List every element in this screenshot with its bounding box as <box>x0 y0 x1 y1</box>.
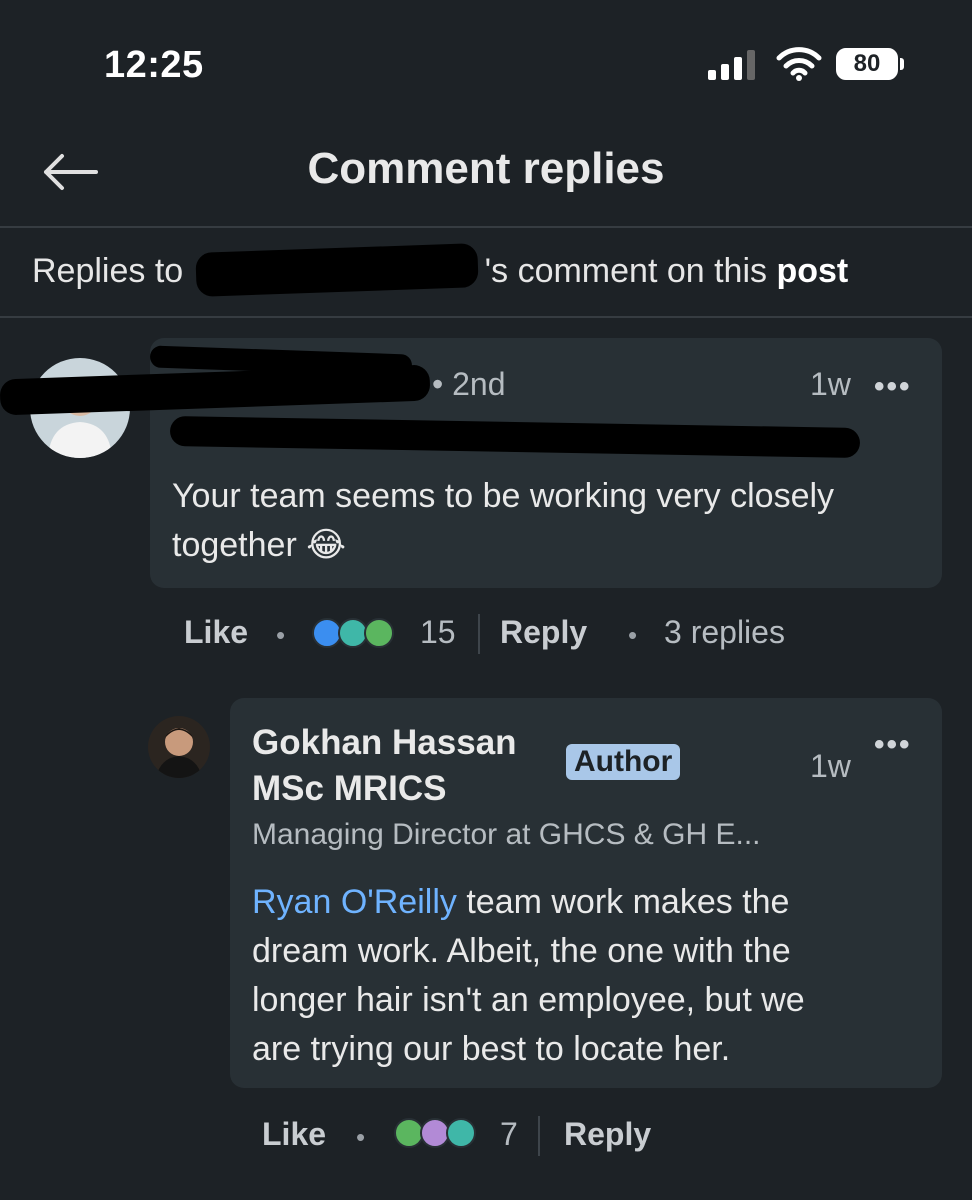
funny-reaction-icon <box>446 1118 476 1148</box>
person-photo-icon <box>156 728 202 778</box>
header-divider <box>0 226 972 228</box>
vertical-separator <box>538 1116 540 1156</box>
reply-author-avatar[interactable] <box>148 716 210 778</box>
reply-author-name[interactable]: Gokhan Hassan MSc MRICS <box>252 720 517 812</box>
reaction-count[interactable]: 15 <box>420 614 456 651</box>
reactions-summary[interactable] <box>394 1118 494 1152</box>
separator-dot: • <box>356 1122 366 1152</box>
separator-dot: • <box>276 620 286 650</box>
page-title: Comment replies <box>307 144 665 193</box>
author-badge: Author <box>566 744 681 780</box>
reply-button[interactable]: Reply <box>564 1116 651 1153</box>
mention-link[interactable]: Ryan O'Reilly <box>252 883 457 921</box>
like-button[interactable]: Like <box>262 1116 326 1153</box>
context-divider <box>0 316 972 318</box>
reply-button[interactable]: Reply <box>500 614 587 651</box>
more-options-icon[interactable]: ••• <box>874 370 912 404</box>
reactions-summary[interactable] <box>312 618 412 652</box>
comment-text: Your team seems to be working very close… <box>172 477 835 564</box>
replies-count[interactable]: 3 replies <box>664 614 785 651</box>
status-time: 12:25 <box>104 44 204 86</box>
author-name-line2: MSc MRICS <box>252 769 447 808</box>
battery-indicator: 80 <box>836 48 898 80</box>
reaction-count[interactable]: 7 <box>500 1116 518 1153</box>
reply-text-line3: longer hair isn't an employee, but we <box>252 981 805 1019</box>
cellular-signal-icon <box>708 50 755 80</box>
celebrate-reaction-icon <box>364 618 394 648</box>
reply-text-line1: team work makes the <box>456 883 790 921</box>
reply-text: Ryan O'Reilly team work makes the dream … <box>252 878 932 1074</box>
vertical-separator <box>478 614 480 654</box>
wifi-icon <box>776 47 822 81</box>
comment-time: 1w <box>810 366 851 402</box>
more-options-icon[interactable]: ••• <box>874 728 912 762</box>
replies-context-middle: 's comment on this <box>484 252 777 290</box>
separator-dot: • <box>628 620 638 650</box>
reply-text-line2: dream work. Albeit, the one with the <box>252 932 791 970</box>
battery-nub <box>900 58 904 70</box>
like-button[interactable]: Like <box>184 614 248 651</box>
reply-text-line4: are trying our best to locate her. <box>252 1030 731 1068</box>
reply-time: 1w <box>810 748 851 784</box>
author-headline: Managing Director at GHCS & GH E... <box>252 818 761 851</box>
connection-degree: • 2nd <box>432 366 506 402</box>
author-name-line1: Gokhan Hassan <box>252 723 517 762</box>
replies-context-prefix: Replies to <box>32 252 193 290</box>
post-link[interactable]: post <box>776 252 848 290</box>
